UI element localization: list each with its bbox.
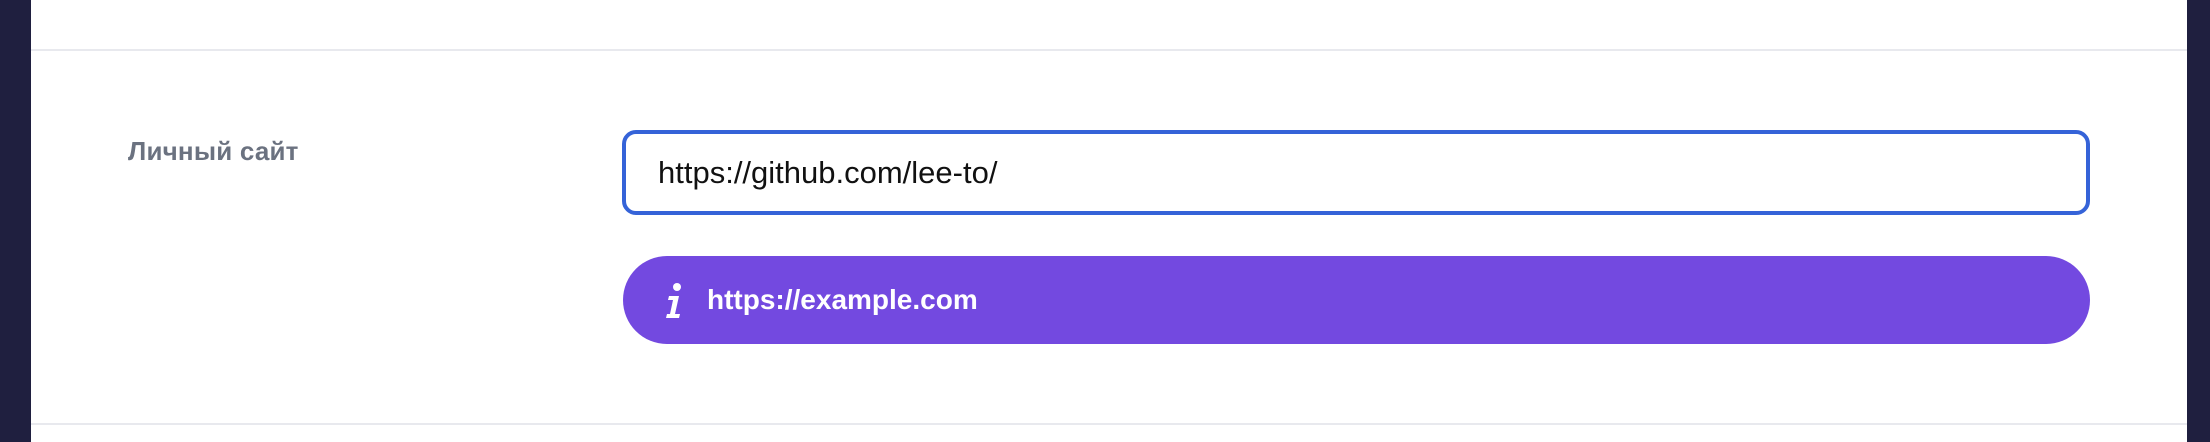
right-dark-edge <box>2187 0 2210 442</box>
hint-text: https://example.com <box>707 284 978 315</box>
row-divider-top <box>31 49 2187 51</box>
personal-site-label: Личный сайт <box>128 136 299 166</box>
hint-badge: https://example.com <box>623 256 2090 344</box>
info-icon <box>663 280 687 320</box>
row-divider-bottom <box>31 423 2187 425</box>
personal-site-input[interactable] <box>622 130 2090 215</box>
left-dark-sidebar-edge <box>0 0 31 442</box>
form-panel: Личный сайт https://example.com <box>31 0 2187 442</box>
